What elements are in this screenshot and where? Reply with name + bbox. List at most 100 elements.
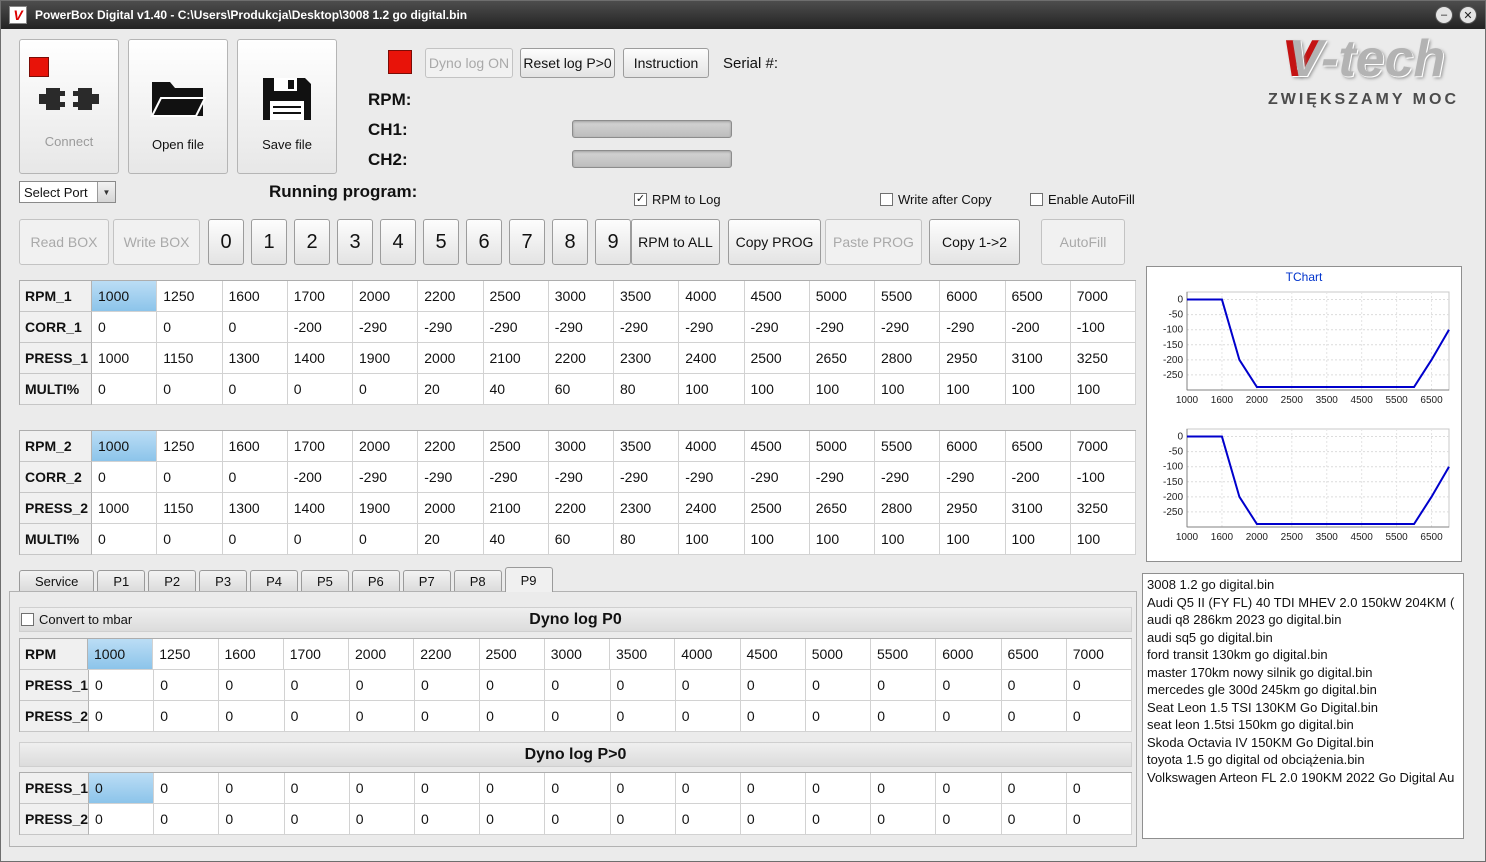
table-cell[interactable]: 0: [545, 804, 611, 835]
file-item[interactable]: Volkswagen Arteon FL 2.0 190KM 2022 Go D…: [1147, 769, 1459, 787]
file-item[interactable]: Audi Q5 II (FY FL) 40 TDI MHEV 2.0 150kW…: [1147, 594, 1459, 612]
table-cell[interactable]: -290: [353, 462, 419, 493]
table-cell[interactable]: 0: [871, 701, 937, 732]
digit-button-6[interactable]: 6: [466, 219, 502, 265]
table-cell[interactable]: 0: [936, 804, 1002, 835]
table-cell[interactable]: 0: [92, 524, 158, 555]
file-item[interactable]: ford transit 130km go digital.bin: [1147, 646, 1459, 664]
table-cell[interactable]: 0: [353, 374, 419, 405]
digit-button-8[interactable]: 8: [552, 219, 588, 265]
table-cell[interactable]: 0: [936, 670, 1002, 701]
table-cell[interactable]: 3500: [614, 431, 680, 462]
table-cell[interactable]: 0: [414, 773, 481, 804]
table-cell[interactable]: 0: [92, 312, 158, 343]
table-cell[interactable]: 0: [1001, 670, 1067, 701]
table-cell[interactable]: 0: [89, 804, 155, 835]
table-cell[interactable]: 20: [418, 374, 484, 405]
table-cell[interactable]: 2000: [353, 281, 419, 312]
table-cell[interactable]: 2800: [875, 343, 941, 374]
rpm-to-all-button[interactable]: RPM to ALL: [631, 219, 720, 265]
digit-button-7[interactable]: 7: [509, 219, 545, 265]
table-cell[interactable]: 40: [483, 524, 549, 555]
table-cell[interactable]: 0: [1066, 804, 1133, 835]
table-cell[interactable]: -290: [940, 312, 1006, 343]
table-cell[interactable]: 2000: [349, 639, 415, 670]
table-cell[interactable]: 0: [154, 701, 220, 732]
table-cell[interactable]: -290: [744, 312, 810, 343]
table-cell[interactable]: 0: [936, 701, 1002, 732]
table-cell[interactable]: 100: [940, 374, 1006, 405]
table-cell[interactable]: 0: [480, 670, 546, 701]
table-cell[interactable]: -290: [483, 312, 549, 343]
table-cell[interactable]: 1300: [222, 493, 288, 524]
file-item[interactable]: master 170km nowy silnik go digital.bin: [1147, 664, 1459, 682]
title-bar[interactable]: V PowerBox Digital v1.40 - C:\Users\Prod…: [1, 1, 1485, 29]
table-cell[interactable]: 1600: [222, 431, 288, 462]
table-cell[interactable]: 0: [287, 374, 353, 405]
table-cell[interactable]: 0: [157, 374, 223, 405]
table-cell[interactable]: 0: [154, 804, 220, 835]
table-cell[interactable]: 100: [1070, 374, 1136, 405]
tab-p1[interactable]: P1: [97, 570, 146, 592]
table-cell[interactable]: 0: [806, 701, 872, 732]
table-cell[interactable]: 0: [349, 670, 415, 701]
table-cell[interactable]: 1600: [222, 281, 288, 312]
table-cell[interactable]: -290: [548, 462, 614, 493]
table-cell[interactable]: 100: [1070, 524, 1136, 555]
table-cell[interactable]: 0: [89, 670, 155, 701]
table-cell[interactable]: 1250: [157, 431, 223, 462]
table-cell[interactable]: 3500: [610, 639, 676, 670]
table-cell[interactable]: 1250: [153, 639, 219, 670]
table-cell[interactable]: -290: [679, 312, 745, 343]
table-cell[interactable]: 0: [1001, 804, 1067, 835]
table-cell[interactable]: 100: [940, 524, 1006, 555]
file-list[interactable]: 3008 1.2 go digital.bin Audi Q5 II (FY FL…: [1142, 573, 1464, 839]
table-cell[interactable]: 3100: [1005, 343, 1071, 374]
table-cell[interactable]: 4500: [744, 431, 810, 462]
table-cell[interactable]: 5000: [809, 281, 875, 312]
table-cell[interactable]: 6000: [940, 281, 1006, 312]
table-cell[interactable]: 1900: [353, 343, 419, 374]
table-cell[interactable]: 1700: [283, 639, 349, 670]
table-cell[interactable]: 0: [936, 773, 1002, 804]
file-item[interactable]: audi sq5 go digital.bin: [1147, 629, 1459, 647]
table-cell[interactable]: -290: [483, 462, 549, 493]
table-cell[interactable]: 2200: [418, 431, 484, 462]
table-cell[interactable]: 1300: [222, 343, 288, 374]
table-cell[interactable]: 0: [154, 670, 220, 701]
tab-p7[interactable]: P7: [402, 570, 451, 592]
tab-service[interactable]: Service: [19, 570, 95, 592]
table-cell[interactable]: 100: [744, 374, 810, 405]
table-cell[interactable]: 0: [1066, 670, 1133, 701]
instruction-button[interactable]: Instruction: [623, 48, 709, 78]
table-cell[interactable]: 1250: [157, 281, 223, 312]
table-cell[interactable]: 2100: [483, 493, 549, 524]
table-cell[interactable]: 5500: [871, 639, 937, 670]
table-cell[interactable]: -200: [287, 462, 353, 493]
rpm-to-log-checkbox[interactable]: ✓ RPM to Log: [634, 192, 721, 207]
file-item[interactable]: audi q8 286km 2023 go digital.bin: [1147, 611, 1459, 629]
table-cell[interactable]: 0: [1066, 773, 1133, 804]
table-cell[interactable]: 2500: [479, 639, 545, 670]
convert-to-mbar-checkbox[interactable]: Convert to mbar: [21, 612, 132, 627]
table-cell[interactable]: -290: [940, 462, 1006, 493]
table-cell[interactable]: 3250: [1070, 343, 1136, 374]
table-cell[interactable]: 2500: [483, 431, 549, 462]
copy-1-to-2-button[interactable]: Copy 1->2: [929, 219, 1020, 265]
close-button[interactable]: ✕: [1459, 6, 1477, 24]
table-cell[interactable]: 0: [675, 701, 741, 732]
table-cell[interactable]: 2200: [414, 639, 480, 670]
table-cell[interactable]: 0: [222, 462, 288, 493]
file-item[interactable]: Seat Leon 1.5 TSI 130KM Go Digital.bin: [1147, 699, 1459, 717]
tab-p8[interactable]: P8: [453, 570, 502, 592]
table-cell[interactable]: 1400: [287, 493, 353, 524]
table-cell[interactable]: 0: [157, 462, 223, 493]
table-cell[interactable]: 0: [89, 773, 155, 804]
table-cell[interactable]: -290: [875, 312, 941, 343]
table-cell[interactable]: 2500: [744, 493, 810, 524]
table-cell[interactable]: -100: [1070, 462, 1136, 493]
table-cell[interactable]: 0: [871, 773, 937, 804]
table-cell[interactable]: 0: [222, 312, 288, 343]
table-cell[interactable]: 0: [871, 670, 937, 701]
table-cell[interactable]: 0: [871, 804, 937, 835]
